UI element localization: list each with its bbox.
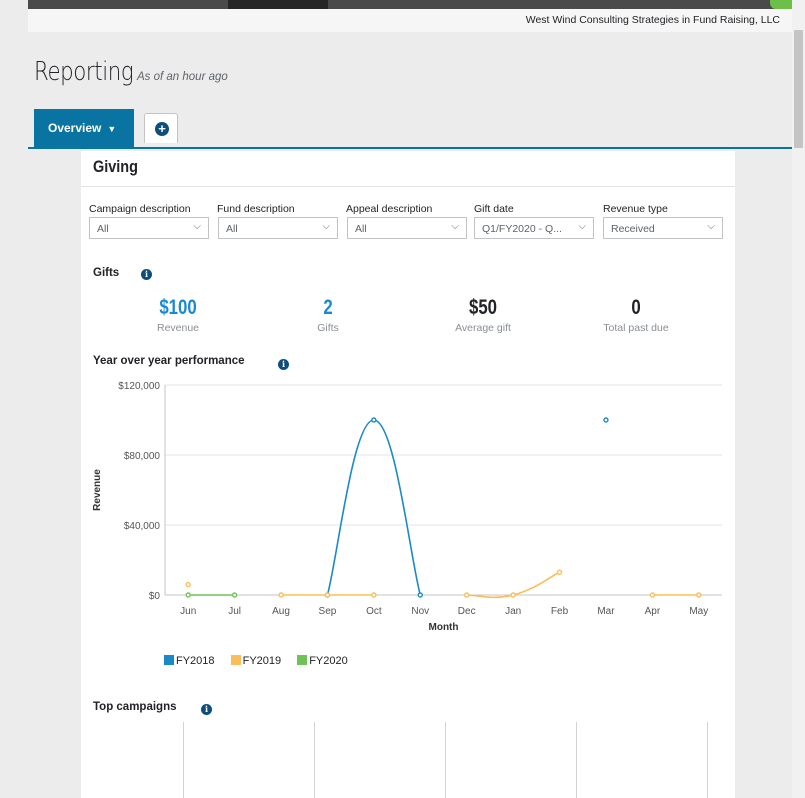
data-point-fy2019: [464, 592, 470, 598]
tab-overview[interactable]: Overview ▼: [34, 109, 134, 147]
org-bar: West Wind Consulting Strategies in Fund …: [28, 9, 792, 32]
info-icon[interactable]: i: [201, 704, 212, 715]
series-line-fy2018: [326, 419, 422, 596]
chart-legend: FY2018 FY2019 FY2020: [164, 655, 361, 667]
x-tick-label: Mar: [597, 606, 615, 617]
data-point-fy2020: [185, 592, 191, 598]
top-campaigns-label: Top campaigns: [93, 701, 177, 713]
x-tick-label: Jun: [180, 606, 196, 617]
x-tick-label: Sep: [319, 606, 337, 617]
top-strip-segment: [228, 0, 328, 9]
x-tick-label: Aug: [272, 606, 290, 617]
tab-overview-label: Overview: [48, 121, 102, 135]
scrollbar-thumb[interactable]: [794, 30, 803, 148]
data-point-fy2019: [696, 592, 702, 598]
legend-label: FY2020: [309, 655, 348, 667]
x-tick-label: May: [689, 606, 708, 617]
data-point-fy2019: [324, 592, 331, 598]
data-point-fy2019: [510, 592, 516, 598]
page-header: [28, 32, 792, 148]
data-point-fy2019: [278, 592, 284, 598]
data-point-fy2019: [185, 581, 191, 588]
top-campaigns-gridline: [576, 722, 577, 798]
data-point-fy2019: [371, 592, 377, 598]
x-tick-label: Nov: [411, 606, 429, 617]
y-tick-label: $80,000: [124, 451, 161, 462]
y-tick-label: $120,000: [118, 381, 160, 392]
y-axis-title: Revenue: [92, 469, 103, 511]
legend-item-fy2020[interactable]: FY2020: [297, 655, 348, 667]
y-tick-label: $0: [149, 591, 161, 602]
browser-top-strip: [28, 0, 792, 9]
top-campaigns-gridline: [707, 722, 708, 798]
x-tick-label: Jan: [505, 606, 521, 617]
page-title: Reporting: [34, 57, 134, 87]
legend-label: FY2018: [176, 655, 215, 667]
x-axis-title: Month: [429, 622, 459, 633]
page-subtitle: As of an hour ago: [137, 71, 228, 83]
data-point-fy2020: [231, 592, 238, 598]
data-point-fy2019: [649, 592, 656, 598]
tab-underline: [28, 147, 792, 149]
data-point-fy2019: [556, 569, 563, 575]
legend-item-fy2018[interactable]: FY2018: [164, 655, 215, 667]
legend-swatch: [164, 655, 174, 665]
status-indicator: [770, 0, 792, 9]
org-name[interactable]: West Wind Consulting Strategies in Fund …: [526, 14, 780, 26]
x-tick-label: Feb: [551, 606, 569, 617]
x-tick-label: Dec: [458, 606, 476, 617]
y-tick-label: $40,000: [124, 521, 161, 532]
data-point-fy2018: [603, 417, 609, 423]
legend-swatch: [230, 655, 241, 665]
x-tick-label: Jul: [228, 606, 241, 617]
legend-label: FY2019: [242, 655, 282, 667]
yoy-line-chart: $0 $40,000 $80,000 $120,000 Jun Jul Aug Sep Oct N…: [92, 381, 722, 633]
top-campaigns-gridline: [314, 722, 315, 798]
add-tab-button[interactable]: +: [144, 113, 178, 143]
legend-item-fy2019[interactable]: FY2019: [230, 655, 282, 667]
data-point-fy2018: [371, 417, 377, 423]
top-campaigns-gridline: [445, 722, 446, 798]
legend-swatch: [297, 655, 308, 665]
x-tick-label: Apr: [645, 606, 661, 617]
x-tick-label: Oct: [366, 606, 382, 617]
top-campaigns-gridline: [183, 722, 184, 798]
caret-down-icon: ▼: [107, 124, 117, 134]
plus-circle-icon: +: [155, 122, 169, 136]
giving-card: Giving Campaign description All ⌵ Fund de…: [81, 151, 735, 798]
data-point-fy2018: [417, 592, 423, 598]
